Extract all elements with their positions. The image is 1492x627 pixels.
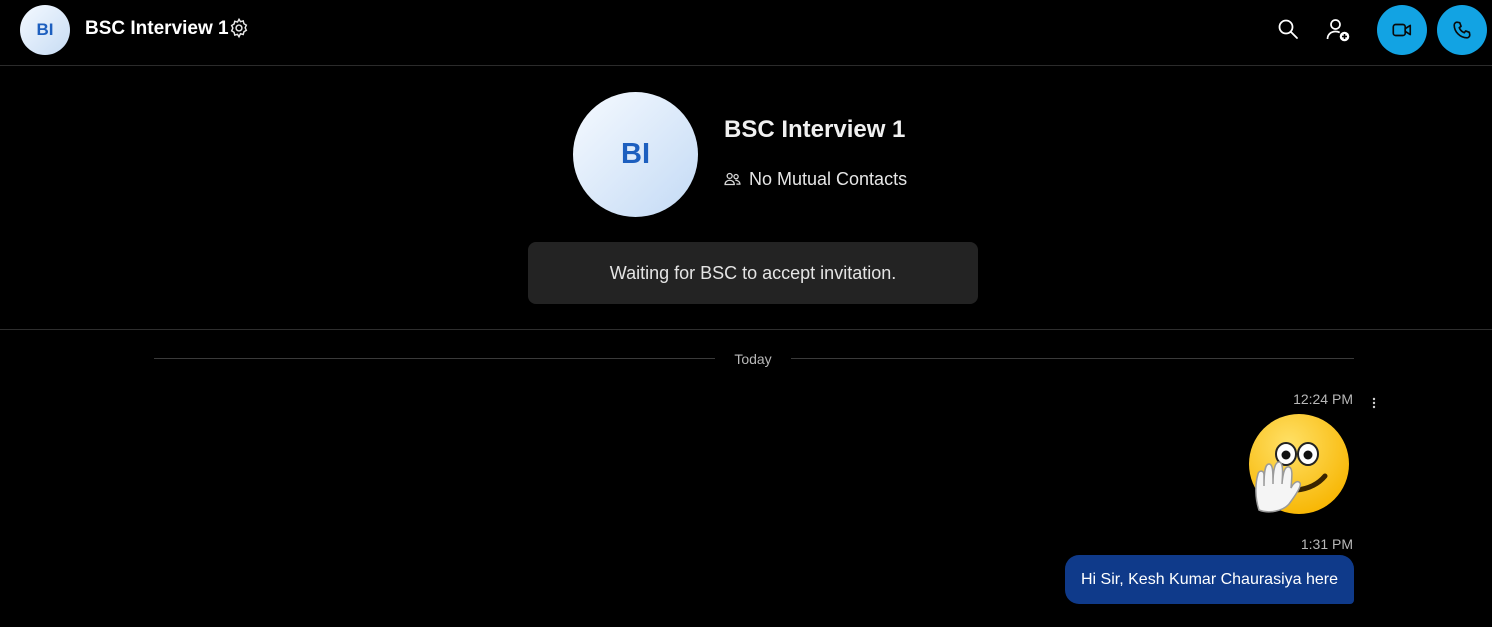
invitation-status: Waiting for BSC to accept invitation. xyxy=(528,242,978,304)
invitation-text: Waiting for BSC to accept invitation. xyxy=(609,262,897,283)
add-person-icon[interactable] xyxy=(1325,17,1351,43)
avatar[interactable]: BI xyxy=(20,5,70,55)
date-separator: Today xyxy=(734,351,772,367)
message-timestamp: 12:24 PM xyxy=(1293,391,1353,407)
message-timestamp: 1:31 PM xyxy=(1300,536,1353,552)
message-bubble[interactable]: Hi Sir, Kesh Kumar Chaurasiya here xyxy=(1065,555,1354,604)
profile-name: BSC Interview 1 xyxy=(724,116,906,143)
waving-hand-face-emoji[interactable] xyxy=(1245,412,1353,516)
message-text: Hi Sir, Kesh Kumar Chaurasiya here xyxy=(1081,570,1338,588)
mutual-contacts: No Mutual Contacts xyxy=(724,169,907,190)
search-icon[interactable] xyxy=(1276,17,1300,41)
more-options-icon[interactable] xyxy=(1369,396,1379,410)
date-separator-line-left xyxy=(154,358,715,359)
chat-header: BI BSC Interview 1 xyxy=(0,0,1492,66)
video-camera-icon xyxy=(1392,23,1412,37)
profile-avatar[interactable]: BI xyxy=(573,92,698,217)
phone-icon xyxy=(1453,21,1471,39)
video-call-button[interactable] xyxy=(1377,5,1427,55)
audio-call-button[interactable] xyxy=(1437,5,1487,55)
gear-icon[interactable] xyxy=(228,17,250,39)
mutual-contacts-label: No Mutual Contacts xyxy=(749,169,908,189)
contacts-icon xyxy=(724,172,741,186)
chat-title[interactable]: BSC Interview 1 xyxy=(85,18,229,40)
divider xyxy=(0,329,1492,330)
date-separator-line-right xyxy=(791,358,1354,359)
